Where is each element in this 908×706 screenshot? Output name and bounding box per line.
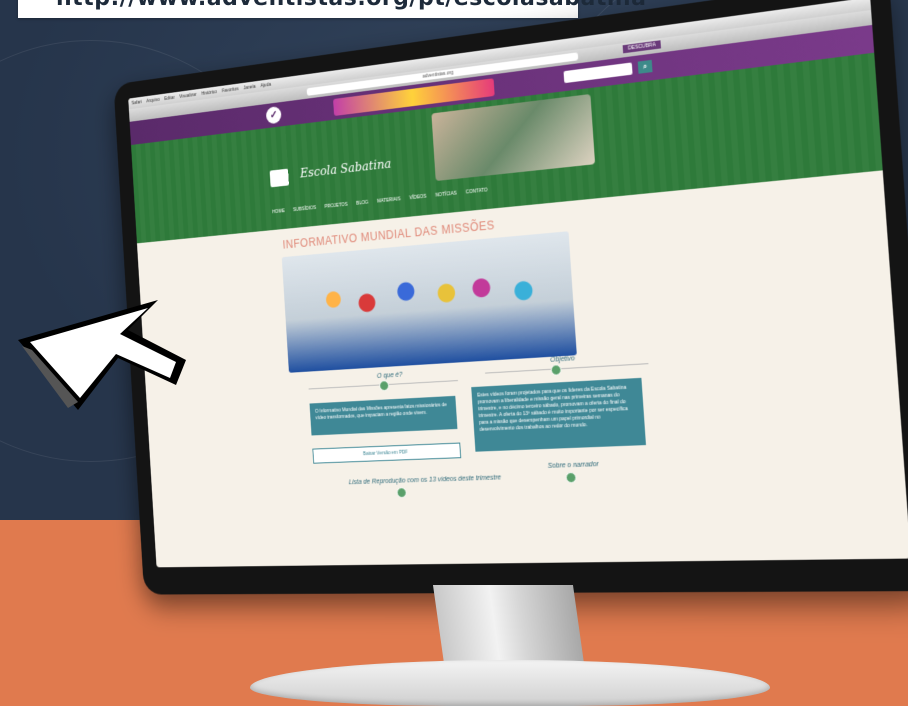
objective-box: Estes vídeos foram projetados para que o…: [471, 377, 646, 452]
nav-item-videos[interactable]: Vídeos: [409, 194, 426, 202]
adventist-logo-icon[interactable]: ✓: [265, 105, 282, 125]
what-dot-icon: [378, 380, 390, 392]
nav-item-blog[interactable]: Blog: [356, 200, 368, 207]
nav-item-home[interactable]: Home: [272, 208, 285, 215]
site-logo-icon[interactable]: [269, 168, 290, 188]
monitor-bezel: Safari Arquivo Editar Visualizar Históri…: [113, 0, 908, 595]
missions-group-photo: [281, 231, 577, 373]
what-box: O Informativo Mundial das Missões aprese…: [309, 395, 458, 436]
narrator-dot-icon: [565, 471, 577, 484]
nav-item-noticias[interactable]: Notícias: [435, 191, 457, 199]
monitor-stand-base: [250, 660, 770, 706]
narrator-label: Sobre o narrador: [547, 461, 600, 470]
what-label: O que é?: [376, 371, 403, 380]
nav-item-contato[interactable]: Contato: [466, 187, 488, 195]
site-name[interactable]: Escola Sabatina: [300, 157, 392, 181]
url-text: http://www.adventistas.org/pt/escolasaba…: [56, 0, 646, 11]
divider-objective: [485, 363, 649, 374]
playlist-dot-icon: [396, 487, 407, 499]
objective-label: Objetivo: [549, 355, 576, 364]
nav-item-projetos[interactable]: Projetos: [324, 202, 347, 210]
objective-dot-icon: [550, 364, 562, 376]
pointer-cursor-icon: [18, 300, 186, 410]
search-icon[interactable]: ⌕: [637, 59, 653, 74]
site-nav: Home Subsídios Projetos Blog Materiais V…: [272, 187, 488, 215]
playlist-label: Lista de Reprodução com os 13 vídeos des…: [348, 474, 502, 487]
download-pdf-button[interactable]: Baixar Versão em PDF: [312, 442, 462, 464]
monitor-screen: Safari Arquivo Editar Visualizar Históri…: [128, 0, 908, 568]
url-banner: http://www.adventistas.org/pt/escolasaba…: [18, 0, 646, 18]
info-sections: O que é? Objetivo O Informativo Mundial …: [145, 336, 906, 517]
hero-photo: [431, 94, 596, 182]
descubra-button[interactable]: DESCUBRA: [622, 40, 662, 54]
nav-item-subsidios[interactable]: Subsídios: [293, 205, 316, 213]
nav-item-materiais[interactable]: Materiais: [377, 196, 401, 204]
search-input[interactable]: [563, 62, 633, 84]
